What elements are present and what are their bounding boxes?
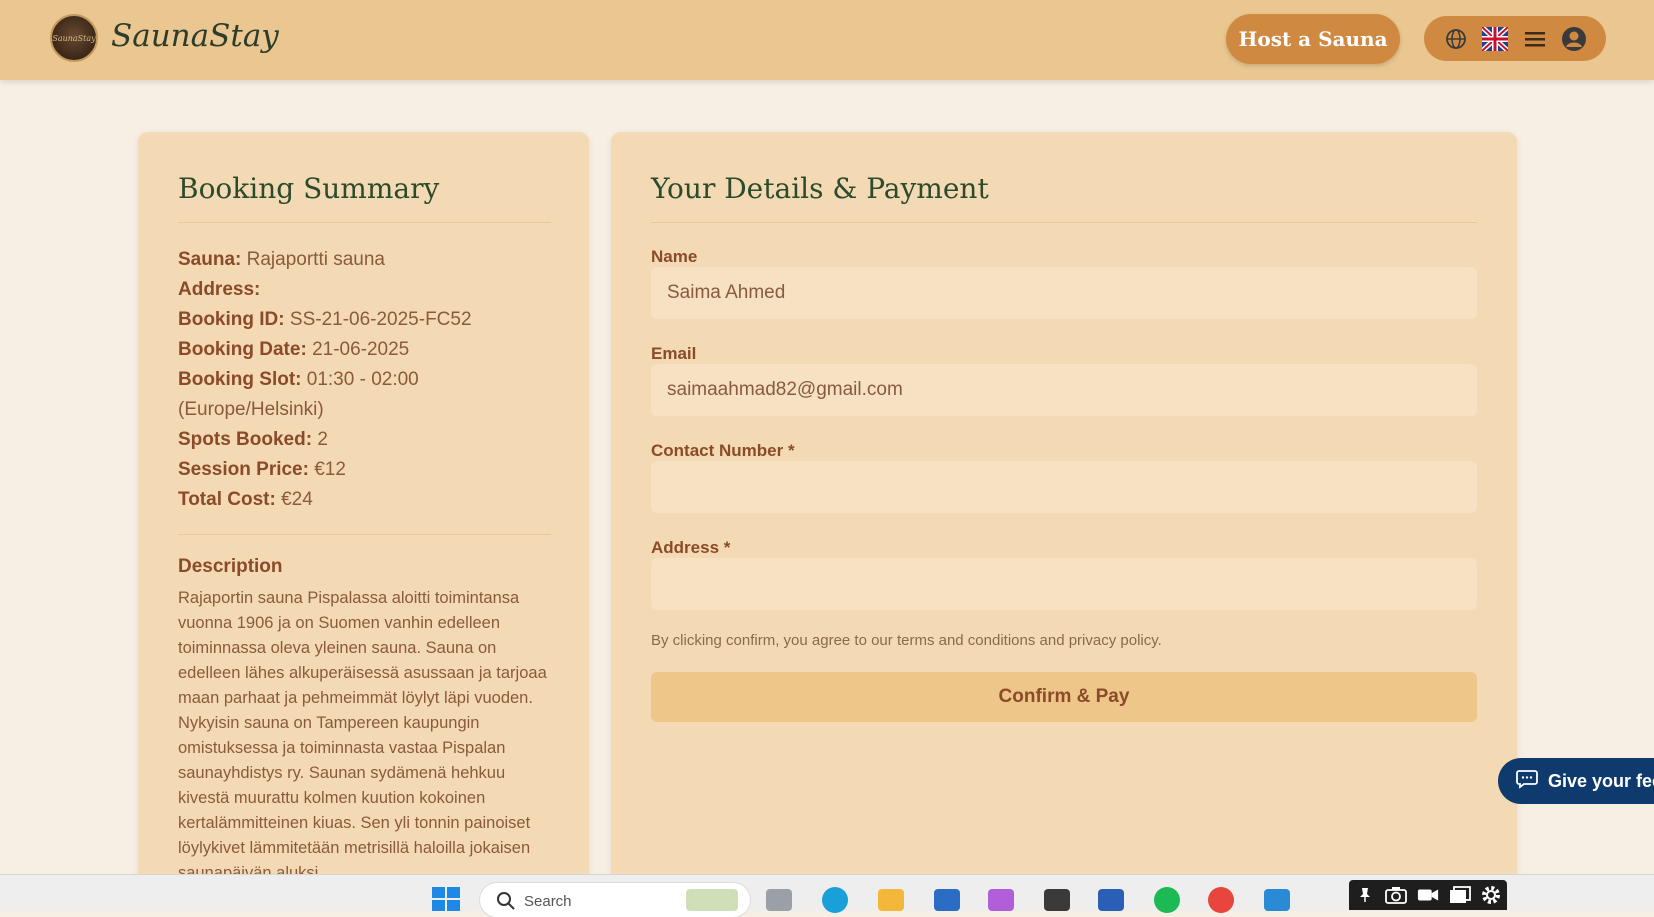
feedback-label: Give your fee xyxy=(1548,770,1654,791)
divider xyxy=(651,222,1477,223)
summary-label: Session Price: xyxy=(178,459,309,480)
address-label: Address * xyxy=(651,538,731,557)
logo-icon[interactable]: SaunaStay xyxy=(50,14,98,62)
summary-value: €24 xyxy=(281,489,313,510)
divider xyxy=(178,222,551,223)
address-field[interactable] xyxy=(651,558,1477,610)
summary-row-session-price: Session Price: €12 xyxy=(178,455,553,485)
name-field[interactable] xyxy=(651,267,1477,319)
store-icon[interactable] xyxy=(934,889,960,911)
summary-label: Booking ID: xyxy=(178,309,285,330)
summary-row-sauna: Sauna: Rajaportti sauna xyxy=(178,245,553,275)
summary-value: 2 xyxy=(317,429,328,450)
window-capture-icon[interactable] xyxy=(1449,886,1471,904)
summary-list: Sauna: Rajaportti sauna Address: Booking… xyxy=(178,245,553,515)
description-title: Description xyxy=(178,556,283,577)
vscode-icon[interactable] xyxy=(1264,889,1290,911)
summary-label: Total Cost: xyxy=(178,489,276,510)
pin-icon[interactable] xyxy=(1354,886,1376,904)
terms-text: By clicking confirm, you agree to our te… xyxy=(651,632,1162,649)
solitaire-icon[interactable] xyxy=(1044,889,1070,911)
video-record-icon[interactable] xyxy=(1417,886,1439,904)
summary-row-booking-slot: Booking Slot: 01:30 - 02:00 (Europe/Hels… xyxy=(178,365,553,425)
taskbar-search[interactable]: Search xyxy=(480,883,750,917)
copilot-icon[interactable] xyxy=(988,889,1014,911)
summary-row-address: Address: xyxy=(178,275,553,305)
summary-label: Sauna: xyxy=(178,249,242,270)
summary-label: Spots Booked: xyxy=(178,429,313,450)
divider xyxy=(178,534,551,535)
summary-row-spots: Spots Booked: 2 xyxy=(178,425,553,455)
uk-flag-icon[interactable] xyxy=(1482,26,1509,52)
name-label: Name xyxy=(651,247,698,266)
nav-pill xyxy=(1424,16,1606,61)
summary-label: Booking Slot: xyxy=(178,369,302,390)
search-highlight-image xyxy=(686,889,738,911)
host-a-sauna-button[interactable]: Host a Sauna xyxy=(1226,14,1400,64)
booking-summary-title: Booking Summary xyxy=(178,172,440,205)
summary-value: SS-21-06-2025-FC52 xyxy=(289,309,472,330)
details-payment-card: Your Details & Payment Name Email Contac… xyxy=(611,132,1517,892)
top-header: SaunaStay SaunaStay Host a Sauna xyxy=(0,0,1654,80)
booking-summary-card: Booking Summary Sauna: Rajaportti sauna … xyxy=(138,132,589,892)
summary-row-total-cost: Total Cost: €24 xyxy=(178,485,553,515)
search-icon xyxy=(496,891,516,916)
summary-value: 21-06-2025 xyxy=(312,339,410,360)
summary-row-booking-id: Booking ID: SS-21-06-2025-FC52 xyxy=(178,305,553,335)
chat-bubble-icon xyxy=(1516,769,1538,794)
contact-number-field[interactable] xyxy=(651,461,1477,513)
capture-toolbar xyxy=(1349,880,1507,910)
file-explorer-icon[interactable] xyxy=(878,889,904,911)
spotify-icon[interactable] xyxy=(1154,887,1180,913)
menu-icon[interactable] xyxy=(1522,26,1548,52)
word-icon[interactable] xyxy=(1098,889,1124,911)
user-avatar-icon[interactable] xyxy=(1561,26,1587,52)
gear-icon[interactable] xyxy=(1480,886,1502,904)
summary-label: Booking Date: xyxy=(178,339,307,360)
summary-row-booking-date: Booking Date: 21-06-2025 xyxy=(178,335,553,365)
search-placeholder: Search xyxy=(524,893,572,910)
globe-icon[interactable] xyxy=(1443,26,1469,52)
edge-browser-icon[interactable] xyxy=(822,887,848,913)
summary-value: Rajaportti sauna xyxy=(246,249,386,270)
details-payment-title: Your Details & Payment xyxy=(651,172,989,205)
brand-name[interactable]: SaunaStay xyxy=(111,18,279,54)
confirm-pay-button[interactable]: Confirm & Pay xyxy=(651,672,1477,722)
logo-text: SaunaStay xyxy=(52,33,96,43)
description-text: Rajaportin sauna Pispalassa aloitti toim… xyxy=(178,589,547,882)
camera-icon[interactable] xyxy=(1385,886,1408,904)
task-view-icon[interactable] xyxy=(766,889,792,911)
contact-number-label: Contact Number * xyxy=(651,441,795,460)
windows-start-icon[interactable] xyxy=(432,887,460,911)
chrome-icon[interactable] xyxy=(1208,887,1234,913)
summary-label: Address: xyxy=(178,279,261,300)
email-label: Email xyxy=(651,344,697,363)
feedback-button[interactable]: Give your fee xyxy=(1498,758,1654,804)
email-field[interactable] xyxy=(651,364,1477,416)
summary-value: €12 xyxy=(314,459,346,480)
